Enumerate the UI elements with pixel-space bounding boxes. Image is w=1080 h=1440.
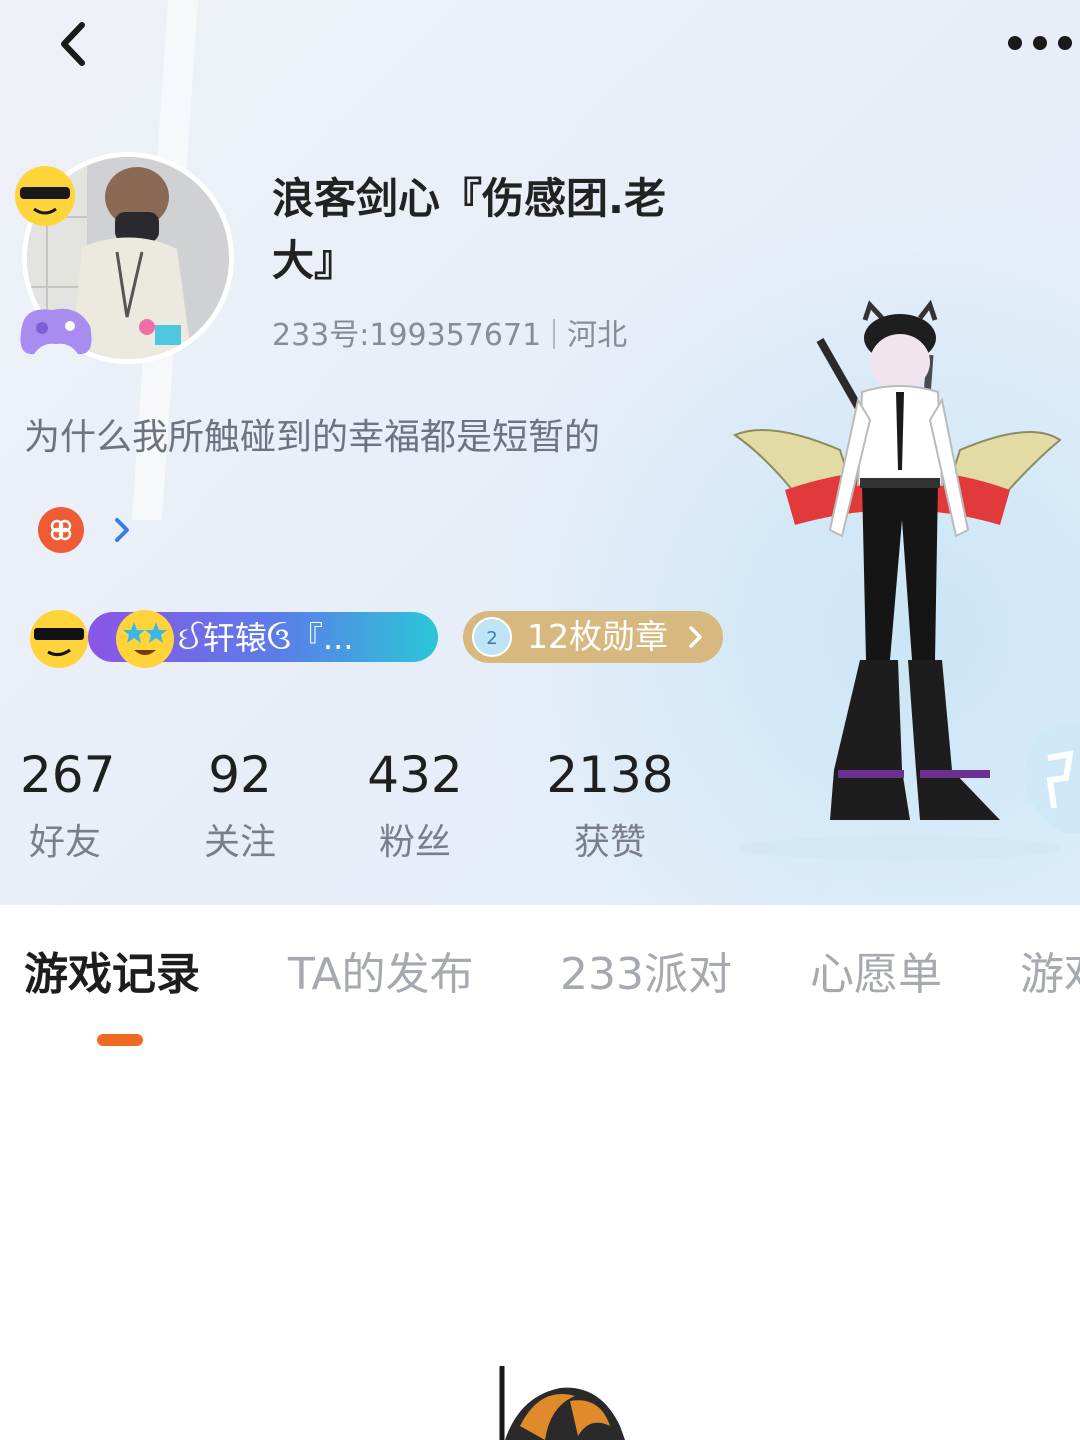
gamepad-sticker-icon [20,308,92,355]
sunglasses-emoji-icon [30,610,88,668]
stat-value: 267 [20,746,116,804]
cool-sun-sticker-icon [15,166,75,226]
tag-button[interactable] [38,507,84,553]
avatar-container[interactable] [12,148,242,373]
group-badge[interactable]: ઈ轩辕ઉ『... [28,608,438,668]
tab-wishlist[interactable]: 心愿单 [810,945,942,1005]
stat-following[interactable]: 92 关注 [195,742,285,868]
bio: 为什么我所触碰到的幸福都是短暂的 [24,417,601,458]
more-dots-icon [1008,36,1072,50]
loading-mascot-icon [499,1366,625,1440]
stat-label: 好友 [28,822,101,863]
stat-likes[interactable]: 2138 获赞 [545,742,675,868]
tab-bar: 游戏记录 TA的发布 233派对 心愿单 游戏 [0,905,1080,1055]
medal-badge[interactable]: 2 12枚勋章 [463,611,723,663]
user-meta: 233号:199357671 河北 [272,310,627,354]
decoration-icon [1024,723,1080,833]
nickname: 浪客剑心『伤感团.老大』 [272,174,666,285]
medal-icon: 2 [472,617,512,657]
more-button[interactable] [1000,18,1080,68]
tab-game-records[interactable]: 游戏记录 [24,945,200,1005]
stat-label: 关注 [203,822,276,863]
stat-value: 2138 [546,746,674,804]
star-eyes-emoji-icon [116,610,174,668]
meta-divider [553,319,556,349]
medal-badge-label: 12枚勋章 [527,617,668,656]
tab-active-indicator [97,1034,143,1046]
group-badge-label: ઈ轩辕ઉ『... [178,619,354,657]
user-location: 河北 [567,318,628,353]
medal-icon-text: 2 [486,628,497,649]
stat-friends[interactable]: 267 好友 [20,742,116,868]
stat-fans[interactable]: 432 粉丝 [360,742,470,868]
user-id: 233号:199357671 [272,318,542,353]
stat-label: 获赞 [573,822,646,863]
stat-label: 粉丝 [378,822,451,863]
back-button[interactable] [44,14,104,74]
chevron-right-icon[interactable] [110,515,134,545]
chevron-right-icon [689,626,702,648]
stat-value: 432 [367,746,463,804]
chevron-left-icon [61,22,85,66]
tab-games[interactable]: 游戏 [1020,945,1080,1005]
pinwheel-icon [50,519,72,541]
stat-value: 92 [208,746,272,804]
profile-screen: 浪客剑心『伤感团.老大』 233号:199357671 河北 为什么我所触碰到的幸… [0,0,1080,1440]
tab-233-party[interactable]: 233派对 [560,945,732,1005]
tab-posts[interactable]: TA的发布 [288,945,474,1005]
